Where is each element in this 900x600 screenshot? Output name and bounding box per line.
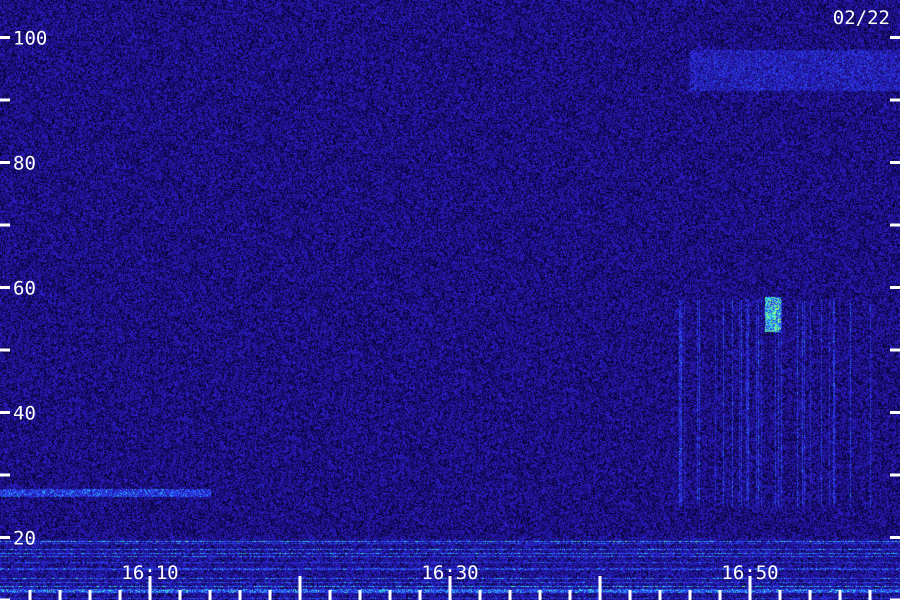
y-axis-right	[890, 36, 900, 600]
x-axis: 16:10 16:30 16:50	[28, 562, 872, 600]
y-tick-label-60: 60	[13, 278, 36, 300]
x-tick-label-1650: 16:50	[721, 562, 778, 584]
y-tick-label-20: 20	[13, 528, 36, 550]
date-label: 02/22	[833, 7, 890, 29]
y-tick-label-100: 100	[13, 28, 47, 50]
y-axis-left: 20 40 60 80 100	[0, 28, 47, 600]
x-tick-label-1630: 16:30	[421, 562, 478, 584]
x-tick-label-1610: 16:10	[121, 562, 178, 584]
y-tick-label-40: 40	[13, 403, 36, 425]
axis-overlay: 20 40 60 80 100 16:10 16:30 16:50 02/22	[0, 7, 900, 600]
y-tick-label-80: 80	[13, 153, 36, 175]
spectrogram-figure: 20 40 60 80 100 16:10 16:30 16:50 02/22	[0, 0, 900, 600]
